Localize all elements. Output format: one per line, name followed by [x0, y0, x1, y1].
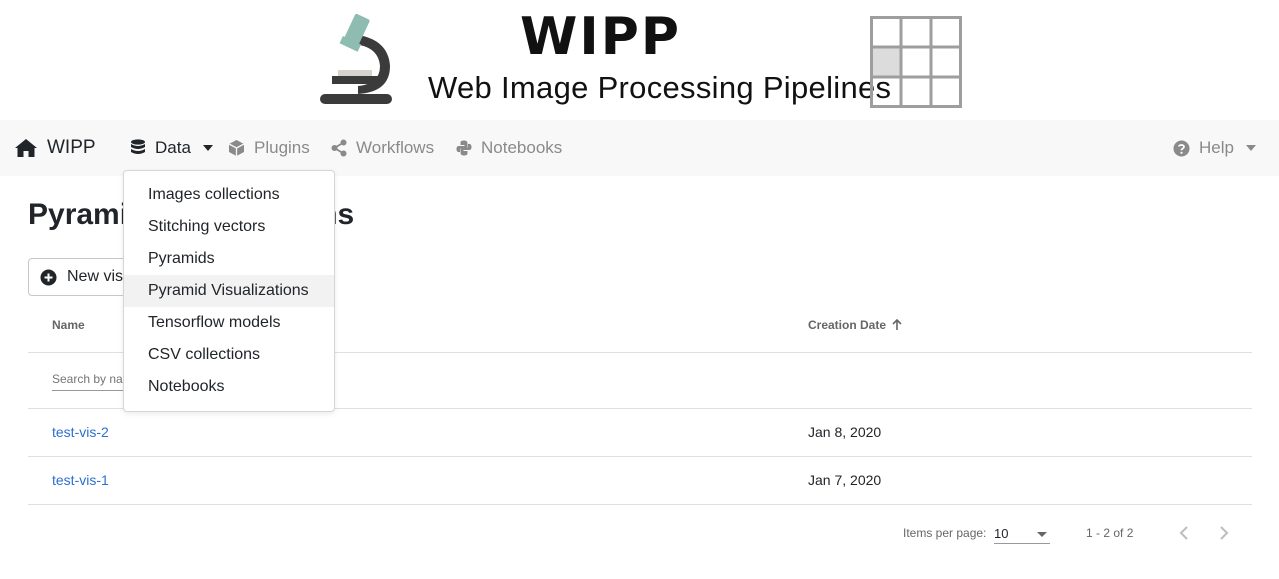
column-header-name-label: Name: [52, 318, 85, 332]
nav-notebooks-link[interactable]: Notebooks: [456, 120, 562, 176]
sort-arrow-up-icon: [892, 319, 902, 330]
menu-item-stitching-vectors[interactable]: Stitching vectors: [124, 211, 334, 243]
menu-item-pyramid-visualizations[interactable]: Pyramid Visualizations: [124, 275, 334, 307]
table-row: test-vis-2 Jan 8, 2020: [28, 409, 1252, 457]
column-header-name[interactable]: Name: [52, 318, 85, 332]
menu-item-csv-collections[interactable]: CSV collections: [124, 339, 334, 371]
home-icon: [15, 139, 37, 157]
creation-date-cell: Jan 7, 2020: [808, 472, 882, 488]
wipp-logo-title: WIPP: [520, 7, 681, 67]
nav-workflows-link[interactable]: Workflows: [331, 120, 434, 176]
wipp-banner: WIPP Web Image Processing Pipelines: [0, 0, 1279, 120]
grid-logo-icon: [870, 16, 962, 108]
column-header-creation-date-label: Creation Date: [808, 318, 887, 332]
chevron-down-icon: [1245, 145, 1256, 151]
previous-page-button[interactable]: [1172, 521, 1196, 545]
visualization-name-link[interactable]: test-vis-1: [52, 472, 109, 488]
question-circle-icon: [1173, 140, 1190, 156]
nav-plugins-link[interactable]: Plugins: [228, 120, 310, 176]
chevron-left-icon: [1179, 526, 1188, 540]
nav-notebooks-label: Notebooks: [481, 138, 563, 157]
nav-data-dropdown[interactable]: Data: [130, 120, 213, 176]
nav-data-label: Data: [155, 138, 191, 157]
visualization-name-link[interactable]: test-vis-2: [52, 424, 109, 440]
data-dropdown-menu: Images collections Stitching vectors Pyr…: [123, 170, 335, 412]
share-nodes-icon: [331, 139, 347, 157]
column-header-creation-date[interactable]: Creation Date: [808, 318, 903, 332]
plus-circle-icon: [40, 269, 57, 285]
items-per-page-label: Items per page:: [903, 526, 987, 540]
cube-icon: [228, 140, 245, 156]
database-icon: [131, 139, 145, 154]
creation-date-cell: Jan 8, 2020: [808, 424, 882, 440]
menu-item-tensorflow-models[interactable]: Tensorflow models: [124, 307, 334, 339]
nav-help-label: Help: [1199, 138, 1234, 157]
wipp-logo-subtitle: Web Image Processing Pipelines: [428, 70, 892, 105]
nav-brand-label: WIPP: [47, 137, 96, 158]
python-icon: [456, 140, 472, 156]
chevron-down-icon: [202, 145, 213, 151]
nav-home-link[interactable]: WIPP: [14, 120, 96, 176]
menu-item-pyramids[interactable]: Pyramids: [124, 243, 334, 275]
chevron-down-icon: [1037, 532, 1047, 537]
next-page-button[interactable]: [1212, 521, 1236, 545]
chevron-right-icon: [1220, 526, 1229, 540]
page-range-label: 1 - 2 of 2: [1086, 526, 1134, 540]
menu-item-notebooks[interactable]: Notebooks: [124, 371, 334, 403]
items-per-page-value: 10: [994, 526, 1009, 541]
table-row: test-vis-1 Jan 7, 2020: [28, 457, 1252, 505]
top-navbar: WIPP Data Plugins Workflows Notebooks He…: [0, 120, 1279, 176]
nav-plugins-label: Plugins: [254, 138, 310, 157]
nav-help-dropdown[interactable]: Help: [1173, 120, 1256, 176]
nav-workflows-label: Workflows: [356, 138, 435, 157]
items-per-page-select[interactable]: 10: [994, 522, 1050, 544]
microscope-logo-icon: [320, 14, 392, 104]
menu-item-images-collections[interactable]: Images collections: [124, 179, 334, 211]
paginator: Items per page: 10 1 - 2 of 2: [0, 520, 1279, 546]
